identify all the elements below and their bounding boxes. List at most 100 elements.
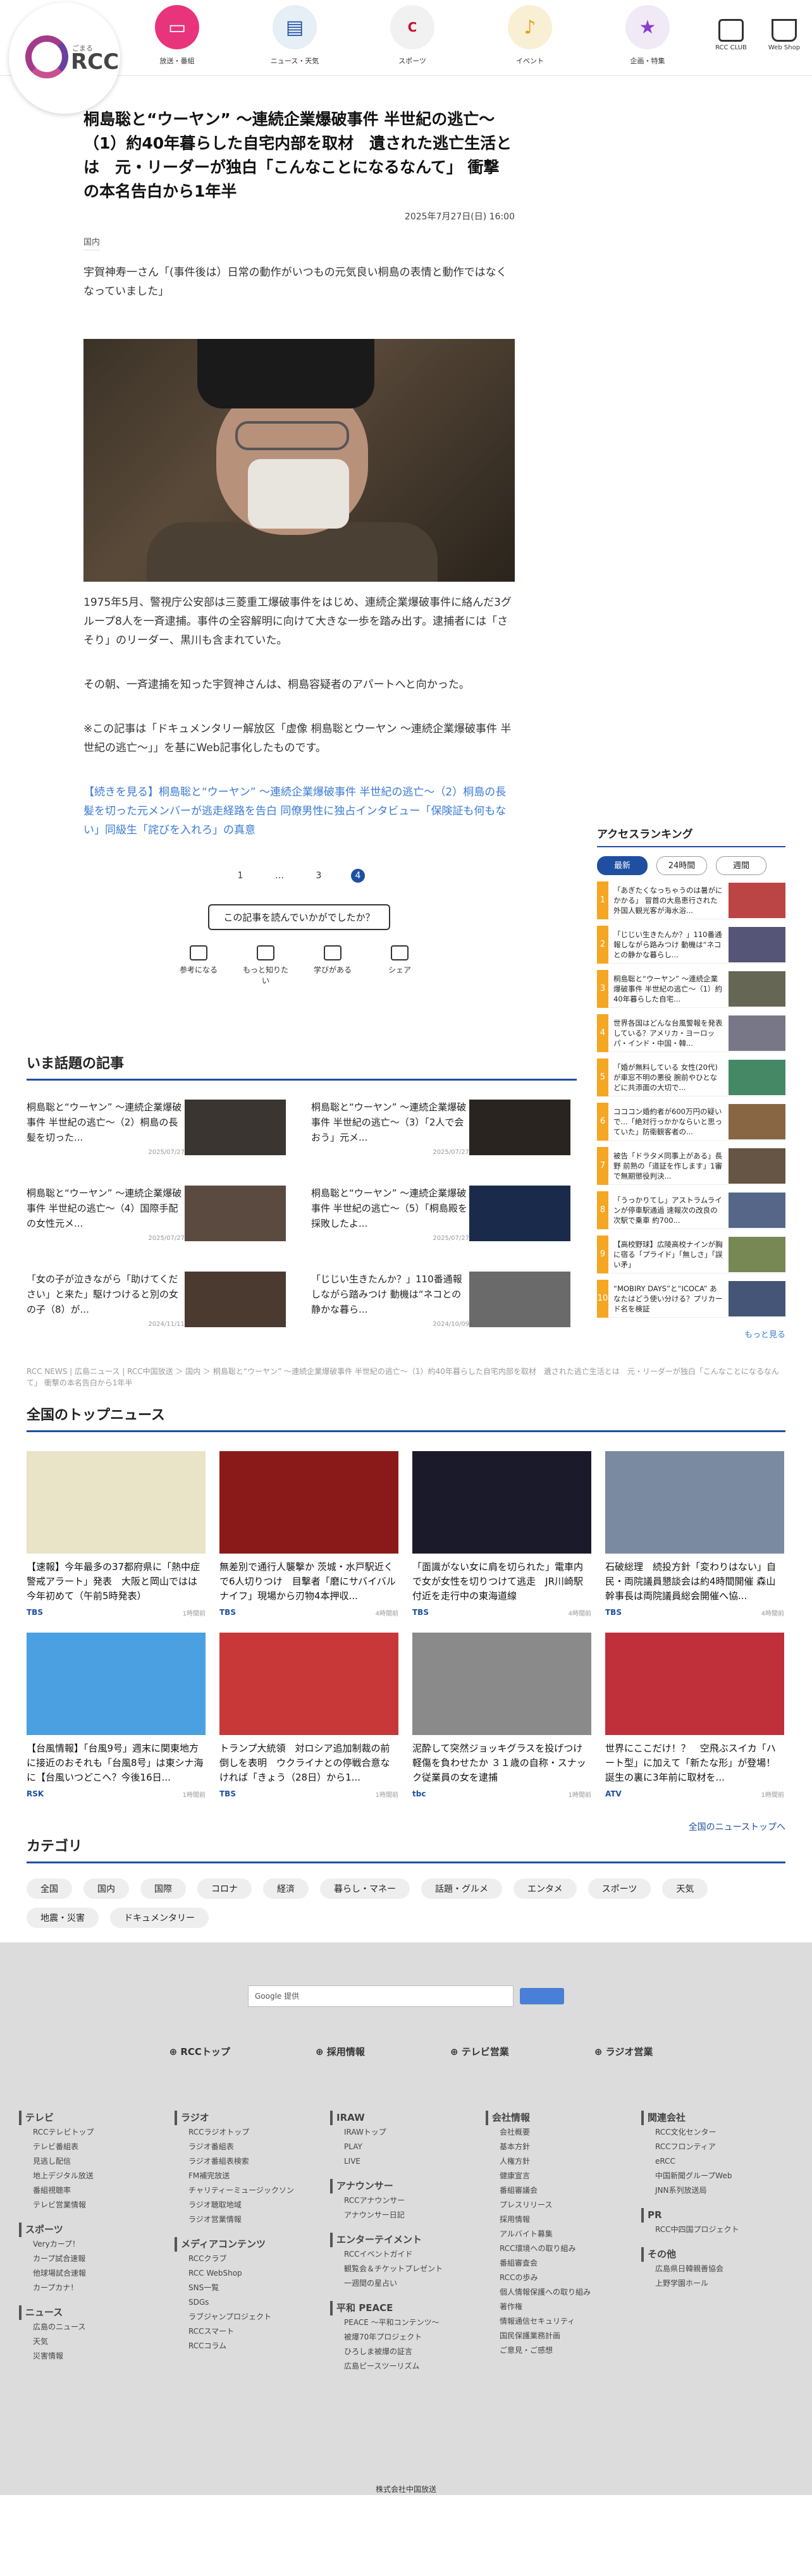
footer-link[interactable]: PLAY <box>330 2140 486 2154</box>
page-link[interactable]: 1 <box>233 869 247 883</box>
footer-link[interactable]: 人権方針 <box>486 2154 641 2169</box>
footer-link[interactable]: Veryカープ！ <box>19 2237 175 2252</box>
top-news-more-link[interactable]: 全国のニューストップへ <box>27 1820 785 1833</box>
rcc-logo[interactable]: ごまる RCC <box>9 3 120 114</box>
share-button[interactable]: シェア <box>374 945 425 986</box>
footer-link[interactable]: 天気 <box>19 2334 175 2349</box>
nav-broadcast[interactable]: ▭ 放送・番組 <box>139 5 215 68</box>
category-chip[interactable]: スポーツ <box>587 1879 651 1899</box>
nav-special[interactable]: ★ 企画・特集 <box>610 5 686 68</box>
footer-link[interactable]: 被爆70年プロジェクト <box>330 2330 486 2345</box>
top-news-item[interactable]: 【速報】今年最多の37都府県に「熱中症警戒アラート」発表 大阪と岡山ではは今年初… <box>27 1451 206 1617</box>
category-chip[interactable]: 暮らし・マネー <box>320 1879 410 1899</box>
footer-link[interactable]: SDGs <box>175 2295 330 2310</box>
category-chip[interactable]: 経済 <box>263 1879 309 1899</box>
footer-link[interactable]: 広島県日韓親善協会 <box>641 2262 797 2276</box>
footer-link[interactable]: テレビ営業情報 <box>19 2198 175 2212</box>
footer-link[interactable]: 番組審査会 <box>486 2256 641 2271</box>
footer-link[interactable]: RCCテレビトップ <box>19 2125 175 2140</box>
feedback-more-button[interactable]: もっと知りたい <box>240 945 291 986</box>
ranking-item[interactable]: 1 「あぎたくなっちゃうのは暑がにかかる」 冒首の大島恵行された外国人観光客が海水… <box>597 881 785 919</box>
footer-link[interactable]: 番組視聴率 <box>19 2183 175 2198</box>
web-shop-link[interactable]: Web Shop <box>765 19 803 51</box>
footer-link[interactable]: 会社概要 <box>486 2125 641 2140</box>
footer-link[interactable]: 見逃し配信 <box>19 2154 175 2169</box>
category-chip[interactable]: コロナ <box>197 1879 252 1899</box>
footer-link[interactable]: ⊕ 採用情報 <box>316 2045 365 2058</box>
top-news-item[interactable]: 無差別で通行人襲撃か 茨城・水戸駅近くで6人切りつけ 目撃者「磨にサバイバルナイ… <box>219 1451 398 1617</box>
footer-link[interactable]: 災害情報 <box>19 2349 175 2364</box>
footer-link[interactable]: IRAWトップ <box>330 2125 486 2140</box>
footer-link[interactable]: アナウンサー日記 <box>330 2208 486 2223</box>
footer-link[interactable]: カープ試合速報 <box>19 2252 175 2266</box>
footer-link[interactable]: ラジオ聴取地域 <box>175 2198 330 2212</box>
continue-link[interactable]: 【続きを見る】桐島聡と“ウーヤン” ～連続企業爆破事件 半世紀の逃亡～（2）桐島… <box>83 783 515 840</box>
footer-link[interactable]: eRCC <box>641 2154 797 2169</box>
footer-link[interactable]: 地上デジタル放送 <box>19 2169 175 2183</box>
top-news-item[interactable]: トランプ大統領 対ロシア追加制裁の前倒しを表明 ウクライナとの停戦合意なければ「… <box>219 1633 398 1799</box>
category-chip[interactable]: エンタメ <box>514 1879 577 1899</box>
footer-link[interactable]: ラジオ営業情報 <box>175 2212 330 2227</box>
top-news-item[interactable]: 世界にここだけ！？ 空飛ぶスイカ「ハート型」に加えて「新たな形」が登場！ 誕生の… <box>605 1633 784 1799</box>
tab-weekly[interactable]: 週間 <box>716 856 766 875</box>
tab-24h[interactable]: 24時間 <box>656 856 707 875</box>
search-button[interactable] <box>520 1988 564 2004</box>
category-chip[interactable]: 地震・災害 <box>27 1908 99 1928</box>
footer-link[interactable]: 基本方針 <box>486 2140 641 2154</box>
footer-link[interactable]: ラジオ番組表 <box>175 2140 330 2154</box>
footer-link[interactable]: チャリティーミュージックソン <box>175 2183 330 2198</box>
footer-link[interactable]: RCCスマート <box>175 2324 330 2339</box>
article-category[interactable]: 国内 <box>83 235 101 250</box>
footer-link[interactable]: 中国新聞グループWeb <box>641 2169 797 2183</box>
footer-link[interactable]: 上野学園ホール <box>641 2276 797 2291</box>
top-news-item[interactable]: 【台風情報】「台風9号」週末に関東地方に接近のおそれも「台風8号」は東シナ海に【… <box>27 1633 206 1799</box>
rcc-club-link[interactable]: RCC CLUB <box>712 19 750 51</box>
footer-link[interactable]: プレスリリース <box>486 2198 641 2212</box>
feedback-learn-button[interactable]: 学びがある <box>307 945 358 986</box>
footer-link[interactable]: RCCアナウンサー <box>330 2193 486 2208</box>
popular-item[interactable]: 桐島聡と“ウーヤン” ～連続企業爆破事件 半世紀の逃亡～（4）国際手配の女性元メ… <box>27 1186 286 1249</box>
footer-link[interactable]: RCCコラム <box>175 2339 330 2353</box>
footer-link[interactable]: FM補完放送 <box>175 2169 330 2183</box>
footer-link[interactable]: RCC文化センター <box>641 2125 797 2140</box>
footer-link[interactable]: 観覧会＆チケットプレゼント <box>330 2262 486 2276</box>
top-news-item[interactable]: 泥酔して突然ジョッキグラスを投げつけ軽傷を負わせたか ３１歳の自称・スナック従業… <box>412 1633 591 1799</box>
footer-link[interactable]: 番組審議会 <box>486 2183 641 2198</box>
footer-link[interactable]: RCCラジオトップ <box>175 2125 330 2140</box>
footer-link[interactable]: ⊕ テレビ営業 <box>450 2045 509 2058</box>
footer-link[interactable]: ご意見・ご感想 <box>486 2343 641 2358</box>
category-chip[interactable]: 全国 <box>27 1879 72 1899</box>
footer-link[interactable]: RCC中四国プロジェクト <box>641 2223 797 2237</box>
footer-link[interactable]: アルバイト募集 <box>486 2227 641 2242</box>
footer-link[interactable]: RCC環境への取り組み <box>486 2242 641 2256</box>
page-link[interactable]: 3 <box>312 869 326 883</box>
ranking-item[interactable]: 2 「じじい生きたんか？」110番通報しながら路みつけ 動機は“ネコとの静かな暮ら… <box>597 925 785 964</box>
footer-link[interactable]: RCC WebShop <box>175 2266 330 2281</box>
popular-item[interactable]: 桐島聡と“ウーヤン” ～連続企業爆破事件 半世紀の逃亡～（2）桐島の長髪を切った… <box>27 1100 286 1163</box>
nav-event[interactable]: ♪ イベント <box>492 5 568 68</box>
nav-sports[interactable]: C スポーツ <box>374 5 450 68</box>
ranking-item[interactable]: 4 世界各国はどんな台風警報を発表している？アメリカ・ヨーロッパ・インド・中国・韓… <box>597 1014 785 1052</box>
footer-link[interactable]: 個人情報保護への取り組み <box>486 2285 641 2300</box>
footer-link[interactable]: 一週間の星占い <box>330 2276 486 2291</box>
nav-news[interactable]: ▤ ニュース・天気 <box>257 5 333 68</box>
category-chip[interactable]: 国内 <box>83 1879 129 1899</box>
footer-link[interactable]: RCCクラブ <box>175 2252 330 2266</box>
footer-link[interactable]: ひろしま被爆の証言 <box>330 2345 486 2359</box>
popular-item[interactable]: 桐島聡と“ウーヤン” ～連続企業爆破事件 半世紀の逃亡～（3）「2人で会おう」元… <box>311 1100 570 1163</box>
search-input[interactable]: Google 提供 <box>248 1985 514 2007</box>
footer-link[interactable]: ⊕ ラジオ営業 <box>594 2045 653 2058</box>
footer-link[interactable]: 広島のニュース <box>19 2320 175 2334</box>
category-chip[interactable]: 話題・グルメ <box>421 1879 502 1899</box>
footer-link[interactable]: LIVE <box>330 2154 486 2169</box>
top-news-item[interactable]: 「面識がない女に肩を切られた」電車内で女が女性を切りつけて逃走 JR川崎駅付近を… <box>412 1451 591 1617</box>
category-chip[interactable]: 国際 <box>140 1879 186 1899</box>
tab-latest[interactable]: 最新 <box>597 856 648 875</box>
footer-link[interactable]: RCCイベントガイド <box>330 2247 486 2262</box>
popular-item[interactable]: 桐島聡と“ウーヤン” ～連続企業爆破事件 半世紀の逃亡～（5）「桐島殿を採敗した… <box>311 1186 570 1249</box>
footer-link[interactable]: テレビ番組表 <box>19 2140 175 2154</box>
footer-link[interactable]: 健康宣言 <box>486 2169 641 2183</box>
top-news-item[interactable]: 石破総理 続投方針「変わりはない」自民・両院議員懇談会は約4時間開催 森山幹事長… <box>605 1451 784 1617</box>
footer-link[interactable]: PEACE ～平和コンテンツ～ <box>330 2315 486 2330</box>
feedback-helpful-button[interactable]: 参考になる <box>173 945 224 986</box>
